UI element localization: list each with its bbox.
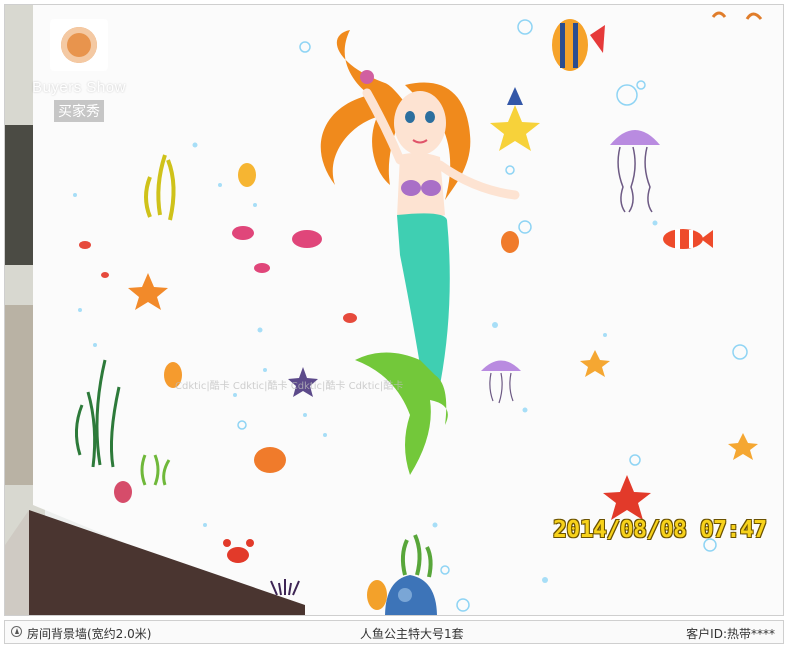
mermaid-shell-top bbox=[401, 180, 421, 196]
caption-bar: 房间背景墙(宽约2.0米) 人鱼公主特大号1套 客户ID:热带**** bbox=[4, 620, 784, 644]
caption-location: 房间背景墙(宽约2.0米) bbox=[27, 627, 152, 641]
photo-frame: Buyers Show 买家秀 Cdktic|酷卡 Cdktic|酷卡 Cdkt… bbox=[4, 4, 784, 616]
caption-customer-id: 客户ID:热带**** bbox=[686, 627, 775, 641]
mermaid-face bbox=[394, 91, 446, 155]
shell-pink bbox=[114, 481, 132, 503]
location-icon bbox=[11, 626, 22, 637]
caption-product: 人鱼公主特大号1套 bbox=[360, 627, 464, 641]
photo-timestamp: 2014/08/08 07:47 bbox=[553, 517, 767, 543]
